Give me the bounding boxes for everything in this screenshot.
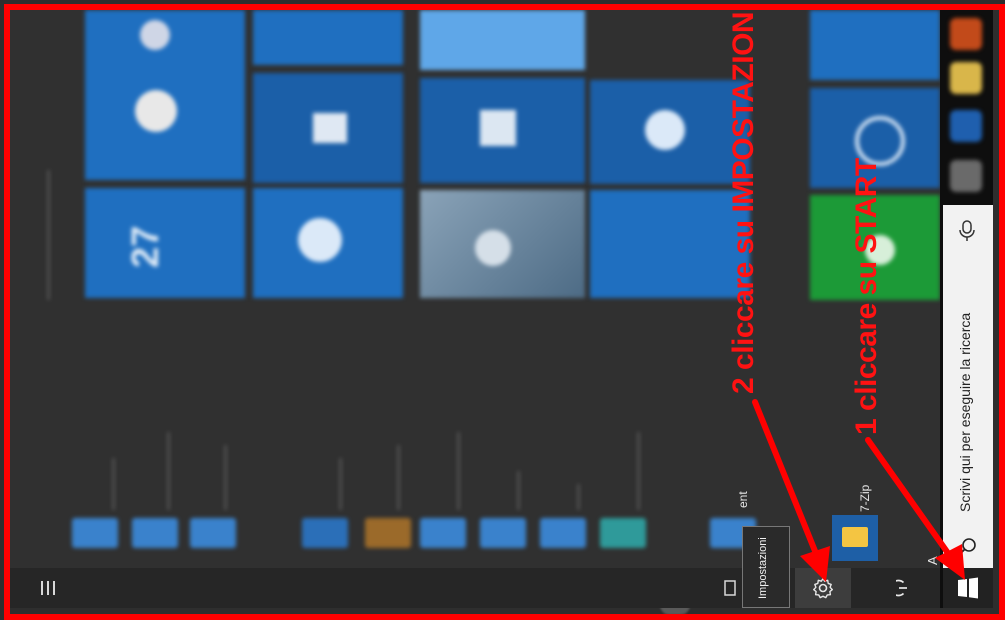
app-icon-blurred[interactable]	[420, 518, 466, 548]
app-icon-blurred[interactable]	[365, 518, 411, 548]
tile-blurred[interactable]	[420, 78, 585, 183]
app-label-blurred: ——————	[630, 432, 645, 510]
app-label-blurred: ————	[332, 458, 347, 510]
app-label-blurred: ——	[570, 484, 585, 510]
app-label-blurred: —————	[217, 445, 232, 510]
tile-blurred[interactable]	[85, 10, 245, 180]
tooltip-label: Impostazioni	[757, 537, 769, 599]
tile-blurred[interactable]	[253, 10, 403, 65]
annotation-step2: 2 cliccare su IMPOSTAZIONI	[727, 4, 760, 394]
app-icon-blurred[interactable]	[132, 518, 178, 548]
app-7zip-tile[interactable]	[832, 515, 878, 561]
app-icon-blurred[interactable]	[540, 518, 586, 548]
annotation-step1: 1 cliccare su START	[850, 158, 883, 435]
tile-blurred[interactable]	[590, 190, 750, 298]
tile-blurred[interactable]	[253, 73, 403, 183]
section-letter-a: A	[925, 556, 940, 565]
screenshot: 27 —————————— ———— —————— ————— ———— ———…	[0, 0, 1005, 620]
group-header-blurred: ——————————	[40, 170, 55, 300]
folder-icon	[842, 527, 868, 547]
taskbar-app-icon[interactable]	[950, 62, 982, 94]
app-icon-blurred[interactable]	[302, 518, 348, 548]
app-label-blurred: —————	[390, 445, 405, 510]
app-icon-blurred[interactable]	[480, 518, 526, 548]
settings-tooltip: Impostazioni	[742, 526, 790, 608]
app-label: ent	[736, 491, 750, 508]
tile-blurred[interactable]	[420, 10, 585, 70]
hamburger-icon[interactable]	[20, 568, 76, 608]
settings-button[interactable]	[795, 568, 851, 608]
search-input[interactable]: Scrivi qui per eseguire la ricerca	[950, 300, 980, 525]
start-button[interactable]	[943, 568, 993, 608]
app-label-blurred: ————	[105, 458, 120, 510]
app-icon-blurred[interactable]	[600, 518, 646, 548]
taskbar-app-icon[interactable]	[950, 18, 982, 50]
power-icon	[896, 579, 907, 597]
taskbar-app-icon[interactable]	[950, 110, 982, 142]
tile-blurred[interactable]	[810, 10, 940, 80]
app-label-7zip: 7-Zip	[858, 484, 872, 512]
tile-blurred[interactable]	[253, 188, 403, 298]
start-menu-rail	[10, 568, 940, 608]
gear-icon	[813, 577, 833, 599]
power-button[interactable]	[880, 568, 936, 608]
app-label-blurred: ——————	[450, 432, 465, 510]
taskbar-app-icon[interactable]	[950, 160, 982, 192]
windows-logo-icon	[958, 577, 978, 599]
search-icon	[959, 538, 976, 555]
start-menu: 27 —————————— ———— —————— ————— ———— ———…	[10, 10, 940, 615]
tile-blurred[interactable]	[590, 80, 750, 184]
app-label-blurred: ——————	[160, 432, 175, 510]
app-icon-blurred[interactable]	[72, 518, 118, 548]
tile-weather-blurred[interactable]	[420, 190, 585, 298]
app-label-blurred: ———	[510, 471, 525, 510]
app-icon-blurred[interactable]	[190, 518, 236, 548]
microphone-icon[interactable]	[957, 219, 977, 243]
tile-calendar-blurred[interactable]: 27	[85, 188, 245, 298]
